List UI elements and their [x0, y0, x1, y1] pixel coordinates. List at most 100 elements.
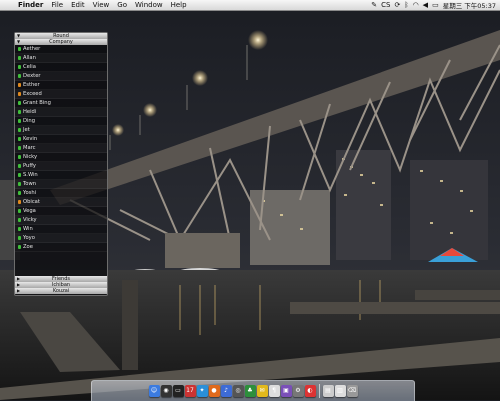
buddy-name: Marc — [23, 145, 36, 151]
buddy-name: Vicky — [23, 217, 37, 223]
status-indicator-icon — [18, 74, 21, 78]
status-indicator-icon — [18, 128, 21, 132]
status-indicator-icon — [18, 92, 21, 96]
buddy-name: Jet — [23, 127, 30, 133]
buddy-name: Kevin — [23, 136, 38, 142]
buddy-name: Puffy — [23, 163, 36, 169]
buddy-row[interactable]: Ding — [15, 117, 107, 126]
menu-go[interactable]: Go — [113, 1, 131, 9]
buddy-row[interactable]: Marc — [15, 144, 107, 153]
menu-window[interactable]: Window — [131, 1, 167, 9]
status-indicator-icon — [18, 155, 21, 159]
buddy-name: Esther — [23, 82, 40, 88]
dashboard-icon[interactable]: ◉ — [160, 385, 172, 397]
buddy-name: Exceed — [23, 91, 42, 97]
buddy-row[interactable]: Esther — [15, 81, 107, 90]
buddy-row[interactable]: Allan — [15, 54, 107, 63]
status-indicator-icon — [18, 137, 21, 141]
buddy-row[interactable]: Town — [15, 180, 107, 189]
script-icon[interactable]: ✎ — [371, 1, 377, 10]
buddy-name: Aether — [23, 46, 41, 52]
safari-icon[interactable]: ✦ — [196, 385, 208, 397]
status-indicator-icon — [18, 218, 21, 222]
buddy-row[interactable]: Jet — [15, 126, 107, 135]
adium-icon[interactable]: ♣ — [244, 385, 256, 397]
group-label: Kouzai — [52, 288, 70, 294]
downloads-icon[interactable]: ▥ — [334, 385, 346, 397]
textedit-icon[interactable]: ¶ — [268, 385, 280, 397]
buddy-row[interactable]: Nicky — [15, 153, 107, 162]
bluetooth-icon[interactable]: ᛒ — [404, 1, 408, 10]
status-indicator-icon — [18, 56, 21, 60]
wifi-icon[interactable]: ◠ — [413, 1, 419, 10]
terminal-icon[interactable]: ▭ — [172, 385, 184, 397]
buddy-row[interactable]: Puffy — [15, 162, 107, 171]
status-indicator-icon — [18, 182, 21, 186]
chat-icon[interactable]: ✉ — [256, 385, 268, 397]
group-header-kouzai[interactable]: ▶ Kouzai — [15, 288, 107, 294]
dock: ☺ ◉ ▭ 17 ✦ ● ♪ ◎ ♣ ✉ ¶ ▣ ⚙ ◐ ▤ ▥ ⌫ — [91, 380, 415, 401]
buddy-row[interactable]: S.Win — [15, 171, 107, 180]
buddy-name: Nicky — [23, 154, 38, 160]
buddy-name: Town — [23, 181, 36, 187]
status-indicator-icon — [18, 191, 21, 195]
itunes-icon[interactable]: ♪ — [220, 385, 232, 397]
buddy-name: Celia — [23, 64, 36, 70]
menu-view[interactable]: View — [89, 1, 114, 9]
ical-icon[interactable]: 17 — [184, 385, 196, 397]
finder-icon[interactable]: ☺ — [148, 385, 160, 397]
buddy-row[interactable]: Kevin — [15, 135, 107, 144]
buddy-row[interactable]: Aether — [15, 45, 107, 54]
buddy-name: Allan — [23, 55, 36, 61]
preferences-icon[interactable]: ⚙ — [292, 385, 304, 397]
menu-bar: Finder File Edit View Go Window Help ✎ C… — [0, 0, 500, 11]
menu-file[interactable]: File — [47, 1, 67, 9]
buddy-name: Win — [23, 226, 33, 232]
menu-finder[interactable]: Finder — [14, 1, 47, 9]
buddy-row[interactable]: Yoshi — [15, 189, 107, 198]
buddy-row[interactable]: Grant Bing — [15, 99, 107, 108]
buddy-row[interactable]: Win — [15, 225, 107, 234]
photo-icon[interactable]: ▣ — [280, 385, 292, 397]
buddy-name: S.Win — [23, 172, 38, 178]
menu-help[interactable]: Help — [167, 1, 191, 9]
firefox-icon[interactable]: ● — [208, 385, 220, 397]
cs-icon[interactable]: CS — [381, 1, 390, 10]
disclosure-triangle-icon[interactable]: ▼ — [17, 39, 20, 45]
documents-icon[interactable]: ▤ — [322, 385, 334, 397]
disclosure-triangle-icon[interactable]: ▶ — [17, 288, 20, 294]
buddy-row[interactable]: Zoe — [15, 243, 107, 252]
status-indicator-icon — [18, 200, 21, 204]
buddy-name: Obicat — [23, 199, 40, 205]
status-indicator-icon — [18, 65, 21, 69]
buddy-row[interactable]: Yoyo — [15, 234, 107, 243]
buddy-name: Vega — [23, 208, 36, 214]
menu-edit[interactable]: Edit — [67, 1, 89, 9]
colorsync-icon[interactable]: ◐ — [304, 385, 316, 397]
buddy-row[interactable]: Dexter — [15, 72, 107, 81]
status-indicator-icon — [18, 101, 21, 105]
buddy-name: Yoyo — [23, 235, 35, 241]
status-indicator-icon — [18, 146, 21, 150]
status-indicator-icon — [18, 119, 21, 123]
group-header-company[interactable]: ▼ Company — [15, 39, 107, 45]
battery-icon[interactable]: ▭ — [432, 1, 439, 10]
buddy-row[interactable]: Heidi — [15, 108, 107, 117]
status-indicator-icon — [18, 209, 21, 213]
status-indicator-icon — [18, 236, 21, 240]
buddy-row[interactable]: Celia — [15, 63, 107, 72]
buddy-name: Heidi — [23, 109, 37, 115]
network-icon[interactable]: ◎ — [232, 385, 244, 397]
buddy-name: Dexter — [23, 73, 41, 79]
buddy-name: Ding — [23, 118, 36, 124]
buddy-row[interactable]: Vicky — [15, 216, 107, 225]
status-indicator-icon — [18, 245, 21, 249]
menubar-clock[interactable]: 星期三 下午05:37 — [443, 0, 496, 10]
buddy-row[interactable]: Vega — [15, 207, 107, 216]
buddy-row[interactable]: Obicat — [15, 198, 107, 207]
sync-icon[interactable]: ⟳ — [394, 1, 400, 10]
trash-icon[interactable]: ⌫ — [346, 385, 358, 397]
status-indicator-icon — [18, 227, 21, 231]
buddy-row[interactable]: Exceed — [15, 90, 107, 99]
volume-icon[interactable]: ◀ — [423, 1, 428, 10]
